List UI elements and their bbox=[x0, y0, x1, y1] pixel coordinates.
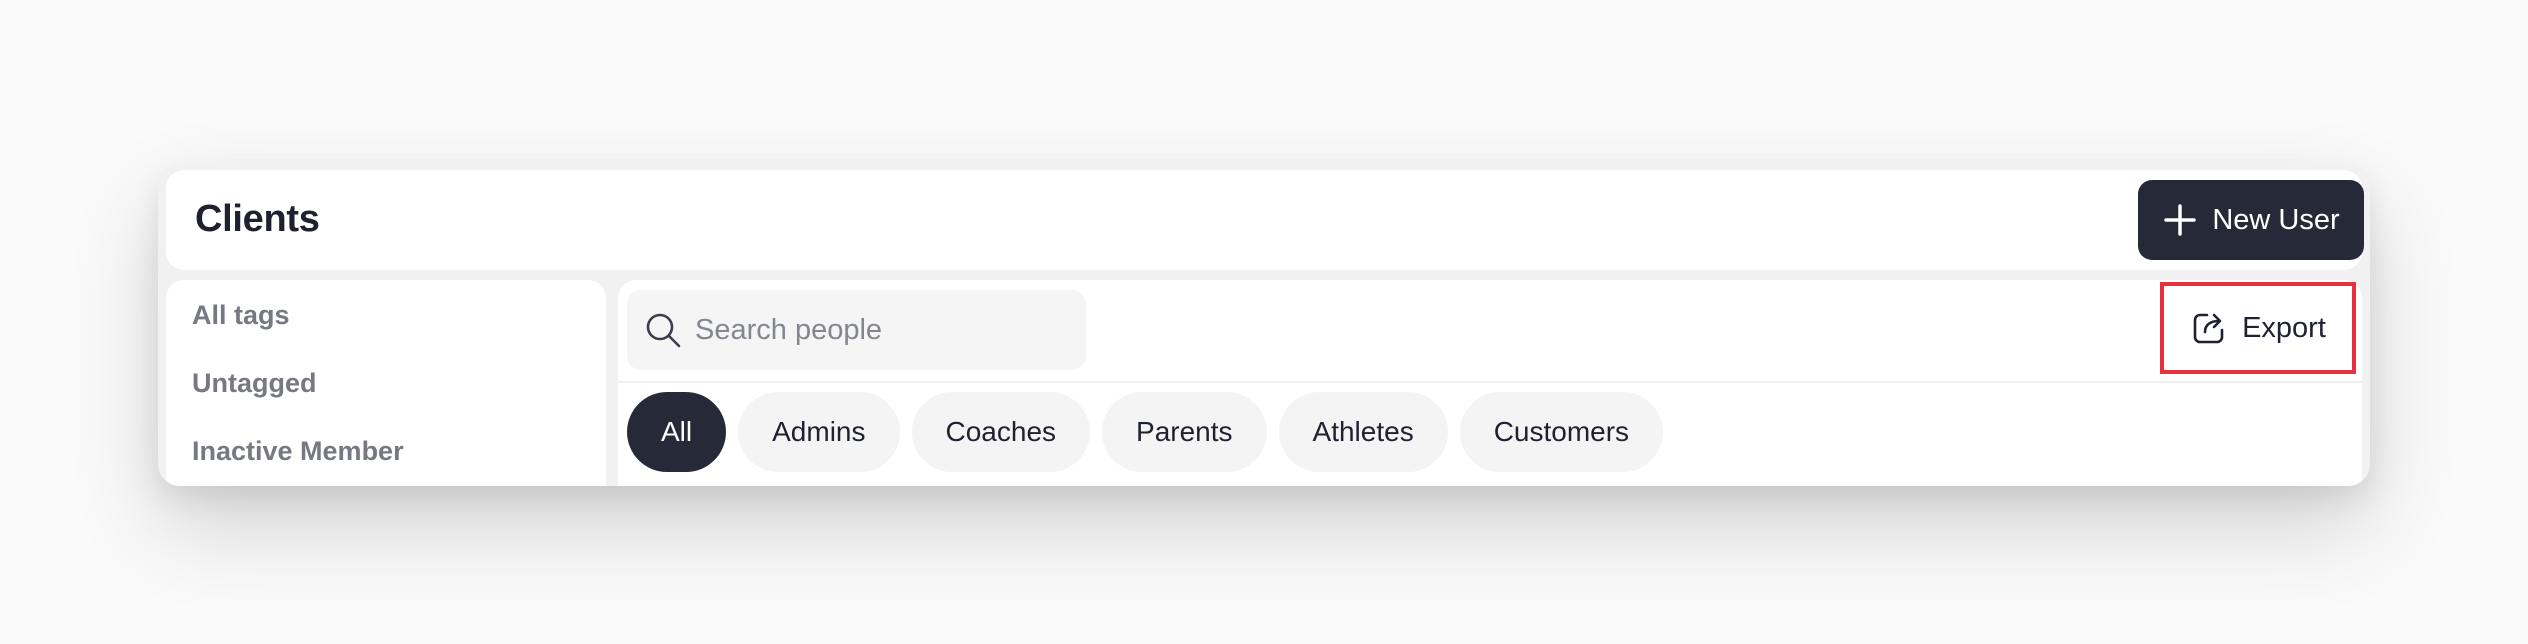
sidebar-item-untagged[interactable]: Untagged bbox=[192, 368, 317, 399]
filter-tab-parents[interactable]: Parents bbox=[1102, 392, 1267, 472]
search-box[interactable] bbox=[627, 290, 1086, 370]
filter-tab-customers[interactable]: Customers bbox=[1459, 392, 1664, 472]
sidebar-item-inactive-member[interactable]: Inactive Member bbox=[192, 436, 404, 467]
toolbar-divider bbox=[618, 381, 2362, 383]
role-filter-tabs: All Admins Coaches Parents Athletes Cust… bbox=[627, 392, 1664, 472]
export-label: Export bbox=[2242, 311, 2326, 344]
search-input[interactable] bbox=[695, 313, 1075, 347]
filter-tab-all[interactable]: All bbox=[627, 392, 727, 472]
sidebar-item-all-tags[interactable]: All tags bbox=[192, 300, 290, 331]
people-main: Export All Admins Coaches Parents Athlet… bbox=[618, 280, 2362, 486]
export-icon bbox=[2190, 309, 2228, 347]
page-title: Clients bbox=[195, 198, 320, 240]
clients-panel: Clients New User All tags Untagged Inact… bbox=[158, 164, 2370, 486]
search-icon bbox=[644, 311, 682, 349]
filter-tab-admins[interactable]: Admins bbox=[738, 392, 900, 472]
new-user-button[interactable]: New User bbox=[2138, 180, 2364, 260]
filter-tab-athletes[interactable]: Athletes bbox=[1278, 392, 1448, 472]
page-header: Clients New User bbox=[166, 170, 2364, 270]
new-user-label: New User bbox=[2212, 203, 2340, 236]
plus-icon bbox=[2162, 202, 2198, 238]
export-button[interactable]: Export bbox=[2160, 282, 2356, 374]
tag-sidebar: All tags Untagged Inactive Member bbox=[166, 280, 606, 486]
filter-tab-coaches[interactable]: Coaches bbox=[911, 392, 1091, 472]
